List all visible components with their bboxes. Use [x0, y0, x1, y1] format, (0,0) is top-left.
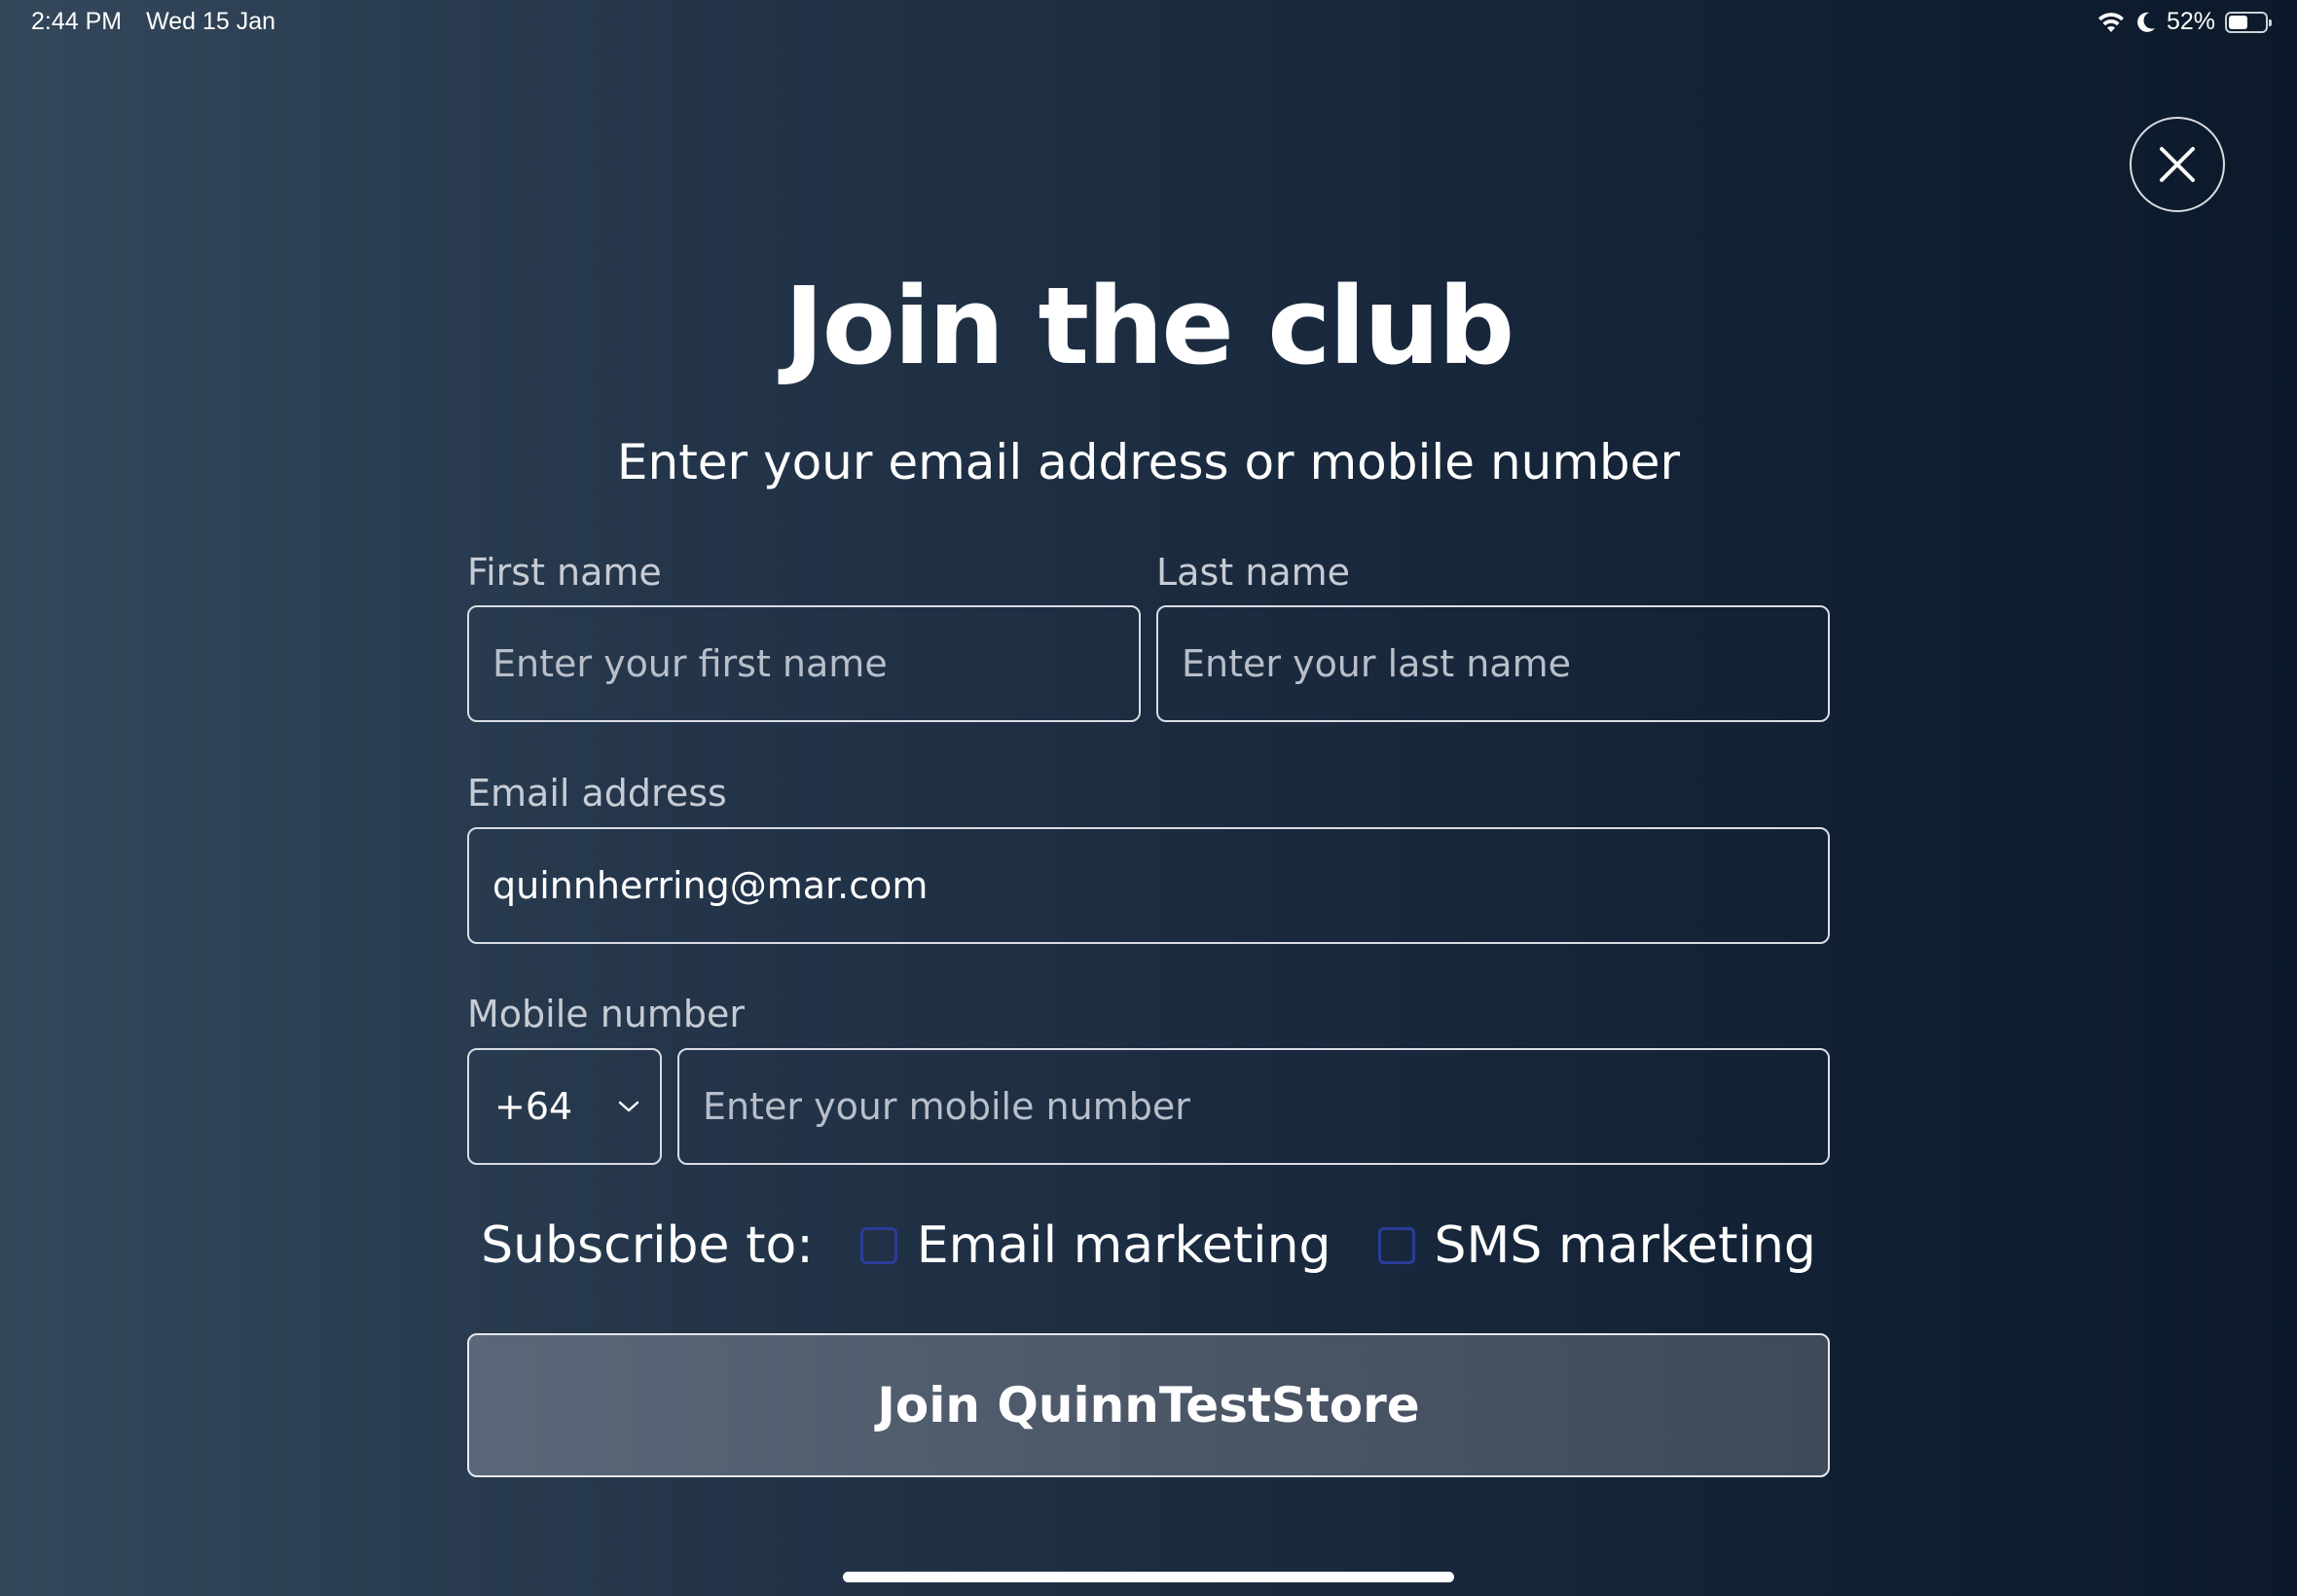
status-icons: 52% [2096, 8, 2272, 36]
page-subtitle: Enter your email address or mobile numbe… [616, 434, 1681, 490]
subscribe-label: Subscribe to: [481, 1216, 814, 1275]
email-marketing-option[interactable]: Email marketing [859, 1216, 1331, 1275]
status-date: Wed 15 Jan [146, 8, 276, 35]
join-button[interactable]: Join QuinnTestStore [467, 1333, 1830, 1477]
email-marketing-checkbox[interactable] [859, 1227, 897, 1264]
close-button[interactable] [2130, 117, 2225, 212]
email-field[interactable] [467, 827, 1830, 944]
last-name-field[interactable] [1156, 605, 1830, 722]
mobile-number-field[interactable] [677, 1048, 1830, 1165]
mobile-label: Mobile number [467, 993, 746, 1035]
email-marketing-label: Email marketing [916, 1216, 1331, 1275]
country-code-select[interactable]: +64 [467, 1048, 662, 1165]
sms-marketing-label: SMS marketing [1434, 1216, 1816, 1275]
chevron-down-icon [618, 1101, 639, 1112]
close-icon [2160, 147, 2195, 182]
status-time-date: 2:44 PM Wed 15 Jan [31, 8, 275, 36]
sms-marketing-checkbox[interactable] [1377, 1227, 1415, 1264]
page-title: Join the club [784, 264, 1515, 388]
battery-icon [2225, 11, 2272, 33]
wifi-icon [2096, 11, 2126, 34]
first-name-field[interactable] [467, 605, 1141, 722]
sms-marketing-option[interactable]: SMS marketing [1377, 1216, 1816, 1275]
battery-percent: 52% [2166, 8, 2215, 35]
subscribe-options: Subscribe to: Email marketing SMS market… [0, 1207, 2297, 1285]
first-name-label: First name [467, 551, 662, 594]
status-bar: 2:44 PM Wed 15 Jan 52% [0, 0, 2297, 47]
status-time: 2:44 PM [31, 8, 123, 35]
last-name-label: Last name [1156, 551, 1350, 594]
email-label: Email address [467, 772, 727, 815]
moon-icon [2135, 11, 2157, 34]
country-code-value: +64 [494, 1085, 573, 1128]
home-indicator[interactable] [843, 1572, 1454, 1582]
battery-level [2229, 15, 2247, 29]
